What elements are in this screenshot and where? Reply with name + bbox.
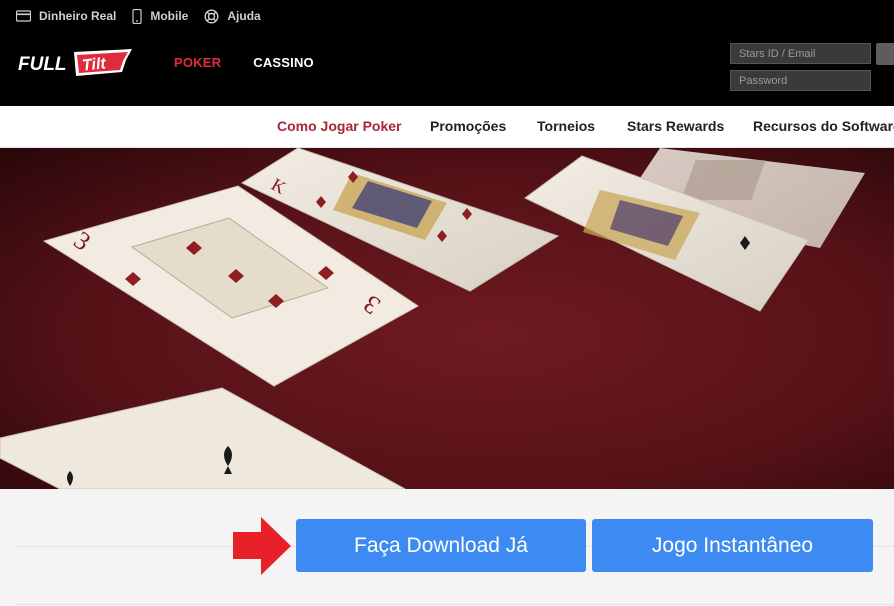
top-header: Dinheiro Real Mobile Ajuda FULL Tilt POK… bbox=[0, 0, 894, 106]
main-nav: POKER CASSINO bbox=[174, 55, 314, 70]
credit-card-icon bbox=[16, 10, 31, 22]
hero-banner: K 3 3 bbox=[0, 148, 894, 489]
subnav-promotions[interactable]: Promoções bbox=[430, 118, 506, 134]
subnav-tournaments[interactable]: Torneios bbox=[537, 118, 595, 134]
mobile-phone-icon bbox=[132, 8, 142, 24]
logo-full-text: FULL bbox=[18, 54, 67, 75]
cta-section: Faça Download Já Jogo Instantâneo bbox=[0, 489, 894, 606]
red-arrow-icon bbox=[233, 517, 291, 575]
utility-item-mobile[interactable]: Mobile bbox=[132, 8, 189, 24]
utility-item-help[interactable]: Ajuda bbox=[204, 8, 261, 24]
login-form bbox=[730, 43, 871, 97]
subnav-stars-rewards[interactable]: Stars Rewards bbox=[627, 118, 724, 134]
lifebuoy-icon bbox=[204, 8, 219, 24]
utility-bar: Dinheiro Real Mobile Ajuda bbox=[16, 8, 261, 24]
password-input[interactable] bbox=[730, 70, 871, 91]
instant-play-button[interactable]: Jogo Instantâneo bbox=[592, 519, 873, 572]
page: Dinheiro Real Mobile Ajuda FULL Tilt POK… bbox=[0, 0, 894, 606]
main-nav-casino[interactable]: CASSINO bbox=[253, 55, 314, 70]
utility-label: Ajuda bbox=[227, 9, 261, 23]
secondary-nav: Como Jogar Poker Promoções Torneios Star… bbox=[0, 106, 894, 148]
subnav-software-features[interactable]: Recursos do Software bbox=[753, 118, 894, 134]
subnav-how-to-play[interactable]: Como Jogar Poker bbox=[277, 118, 401, 134]
section-bottom-line bbox=[16, 604, 894, 605]
download-now-button[interactable]: Faça Download Já bbox=[296, 519, 586, 572]
stars-id-input[interactable] bbox=[730, 43, 871, 64]
main-nav-poker[interactable]: POKER bbox=[174, 55, 221, 70]
full-tilt-logo[interactable]: FULL Tilt bbox=[18, 46, 133, 82]
utility-label: Mobile bbox=[150, 9, 189, 23]
hero-cards-image: K 3 3 bbox=[0, 148, 894, 489]
utility-label: Dinheiro Real bbox=[39, 9, 117, 23]
utility-item-real-money[interactable]: Dinheiro Real bbox=[16, 9, 116, 23]
logo-tilt-text: Tilt bbox=[81, 55, 107, 74]
login-button[interactable] bbox=[876, 43, 894, 65]
